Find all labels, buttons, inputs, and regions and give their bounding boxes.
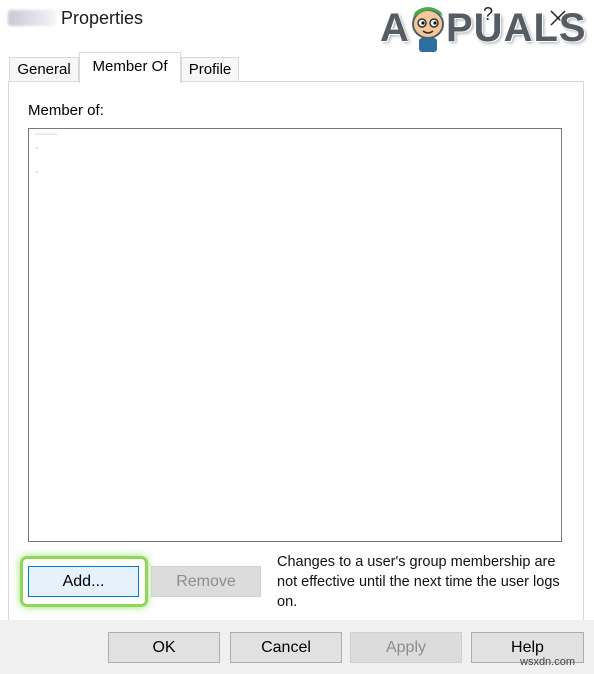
mascot-icon	[412, 7, 444, 52]
membership-note: Changes to a user's group membership are…	[277, 554, 560, 610]
tab-strip: General Member Of Profile	[0, 52, 594, 83]
logo-letter-a: A	[380, 6, 410, 50]
tab-general[interactable]: General	[9, 57, 79, 82]
apply-button[interactable]: Apply	[350, 632, 462, 663]
list-artifact	[35, 147, 38, 149]
add-button[interactable]: Add...	[28, 566, 139, 597]
list-artifact	[35, 133, 57, 135]
logo-text: PUALS	[446, 6, 587, 50]
ok-button[interactable]: OK	[108, 632, 220, 663]
window-title: Properties	[61, 8, 144, 28]
site-watermark: wsxdn.com	[520, 656, 576, 668]
member-of-listbox[interactable]	[28, 128, 562, 542]
tab-member-of[interactable]: Member Of	[79, 52, 181, 83]
appuals-logo: A PUALS	[380, 6, 590, 58]
remove-button[interactable]: Remove	[151, 566, 261, 597]
tab-profile[interactable]: Profile	[181, 57, 239, 82]
redacted-username	[8, 10, 56, 26]
member-of-label: Member of:	[28, 102, 104, 119]
list-artifact	[35, 171, 38, 173]
cancel-button[interactable]: Cancel	[230, 632, 342, 663]
